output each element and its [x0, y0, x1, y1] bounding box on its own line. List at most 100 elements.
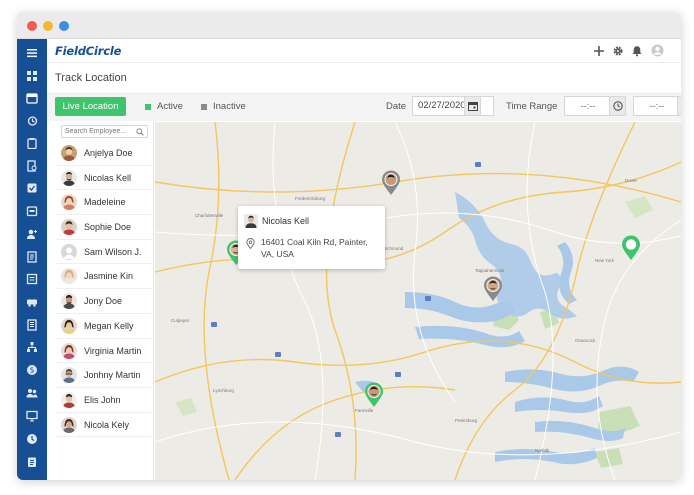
page-header: Track Location: [47, 63, 681, 94]
employee-row[interactable]: Anjelya Doe: [55, 141, 154, 166]
calendar-picker-icon[interactable]: [464, 96, 481, 116]
svg-text:Lynchburg: Lynchburg: [213, 388, 234, 393]
invoice-icon[interactable]: [26, 251, 38, 263]
employee-avatar: [61, 367, 77, 384]
date-label: Date: [386, 101, 407, 112]
svg-text:Richmond: Richmond: [383, 246, 404, 251]
svg-text:$: $: [30, 366, 35, 375]
employee-search-input[interactable]: [65, 126, 135, 137]
inbox-icon[interactable]: [26, 205, 38, 217]
employee-row[interactable]: Elis John: [55, 388, 154, 413]
popup-employee-avatar: [244, 214, 258, 228]
employee-avatar: [61, 293, 77, 310]
live-location-button[interactable]: Live Location: [55, 97, 126, 116]
hierarchy-icon[interactable]: [26, 341, 38, 353]
time-range-label: Time Range: [506, 101, 558, 112]
checklist-icon[interactable]: [26, 182, 38, 194]
svg-text:Petersburg: Petersburg: [455, 418, 478, 423]
employee-row[interactable]: Nicola Kely: [55, 413, 154, 438]
hamburger-menu-icon[interactable]: [26, 47, 38, 59]
location-map[interactable]: Charlottesville Fredericksburg Richmond …: [155, 122, 681, 480]
inactive-legend-label: Inactive: [213, 101, 246, 112]
top-navbar: FieldCircle: [47, 39, 681, 63]
svg-text:Farmville: Farmville: [355, 408, 374, 413]
employee-name: Jasmine Kin: [84, 271, 134, 282]
location-pin-icon: [246, 238, 255, 249]
notification-bell-icon[interactable]: [631, 45, 643, 57]
employee-row[interactable]: Virginia Martin: [55, 339, 154, 364]
active-legend-swatch: [145, 104, 151, 110]
settings-gear-icon[interactable]: [612, 45, 624, 57]
employee-row[interactable]: Megan Kelly: [55, 314, 154, 339]
employee-name: Sam Wilson J.: [84, 246, 142, 257]
employee-avatar: [61, 342, 77, 359]
minimize-window-button[interactable]: [43, 21, 53, 31]
active-employee-pin[interactable]: [364, 382, 384, 408]
dollar-icon[interactable]: $: [26, 364, 38, 376]
svg-text:Culpeper: Culpeper: [171, 318, 190, 323]
employee-name: Elis John: [84, 394, 121, 405]
employee-name: Jonhny Martin: [84, 370, 141, 381]
employee-row[interactable]: Jasmine Kin: [55, 264, 154, 290]
employee-row[interactable]: Madeleine: [55, 190, 154, 216]
document-search-icon[interactable]: [26, 160, 38, 172]
add-icon[interactable]: [593, 45, 605, 57]
svg-text:Fredericksburg: Fredericksburg: [295, 196, 326, 201]
svg-text:Dover: Dover: [625, 178, 638, 183]
employee-name: Jony Doe: [84, 296, 123, 307]
sidebar: $: [17, 39, 47, 480]
time-to-input[interactable]: --:--: [633, 96, 681, 116]
time-from-input[interactable]: --:--: [564, 96, 612, 116]
employee-search[interactable]: [61, 125, 148, 138]
report-icon[interactable]: [26, 319, 38, 331]
app-window: $ FieldCircle Track Location Live Locati…: [17, 12, 681, 480]
employee-row[interactable]: Sam Wilson J.: [55, 240, 154, 265]
tasks-icon[interactable]: [26, 456, 38, 468]
employee-row[interactable]: Nicolas Kell: [55, 166, 154, 191]
employee-name: Nicolas Kell: [84, 172, 132, 183]
employee-name: Nicola Kely: [84, 419, 130, 430]
close-window-button[interactable]: [27, 21, 37, 31]
popup-address: 16401 Coal Kiln Rd, Painter, VA, USA: [261, 237, 368, 259]
employee-row[interactable]: Sophie Doe: [55, 215, 154, 240]
employee-name: Virginia Martin: [84, 345, 142, 356]
truck-icon[interactable]: [26, 296, 38, 308]
maximize-window-button[interactable]: [59, 21, 69, 31]
dashboard-icon[interactable]: [26, 70, 38, 82]
employee-list: Anjelya Doe Nicolas Kell Madeleine Sophi…: [55, 141, 154, 438]
employee-row[interactable]: Jony Doe: [55, 289, 154, 314]
active-legend-label: Active: [157, 101, 183, 112]
employee-avatar: [61, 416, 77, 433]
inactive-employee-pin[interactable]: [381, 170, 401, 196]
search-icon[interactable]: [136, 128, 144, 136]
user-avatar-icon[interactable]: [651, 44, 664, 57]
employee-panel: Anjelya Doe Nicolas Kell Madeleine Sophi…: [55, 122, 154, 480]
active-location-pin[interactable]: [621, 235, 641, 261]
employee-row[interactable]: Jonhny Martin: [55, 363, 154, 388]
calendar-icon[interactable]: [26, 92, 38, 104]
employee-name: Sophie Doe: [84, 222, 132, 233]
employee-avatar: [61, 145, 77, 161]
employee-avatar: [61, 169, 77, 186]
app-logo[interactable]: FieldCircle: [55, 44, 121, 58]
clipboard-icon[interactable]: [26, 137, 38, 149]
presentation-icon[interactable]: [26, 410, 38, 422]
page-title: Track Location: [55, 72, 127, 84]
employee-name: Madeleine: [84, 197, 126, 208]
time-to-clock-icon[interactable]: [677, 96, 681, 116]
location-toolbar: Live Location Active Inactive Date 02/27…: [47, 94, 681, 121]
map-base-layer: Charlottesville Fredericksburg Richmond …: [155, 122, 681, 480]
user-add-icon[interactable]: [26, 228, 38, 240]
time-from-clock-icon[interactable]: [609, 96, 626, 116]
inactive-employee-pin[interactable]: [483, 276, 503, 302]
clock-icon[interactable]: [26, 433, 38, 445]
employee-avatar: [61, 317, 77, 334]
history-icon[interactable]: [26, 115, 38, 127]
employee-avatar: [61, 194, 77, 211]
team-icon[interactable]: [26, 387, 38, 399]
employee-location-popup: Nicolas Kell 16401 Coal Kiln Rd, Painter…: [238, 206, 385, 269]
date-input[interactable]: 02/27/2020: [412, 96, 494, 116]
employee-avatar: [61, 268, 77, 285]
list-icon[interactable]: [26, 273, 38, 285]
svg-text:Norfolk: Norfolk: [535, 448, 550, 453]
